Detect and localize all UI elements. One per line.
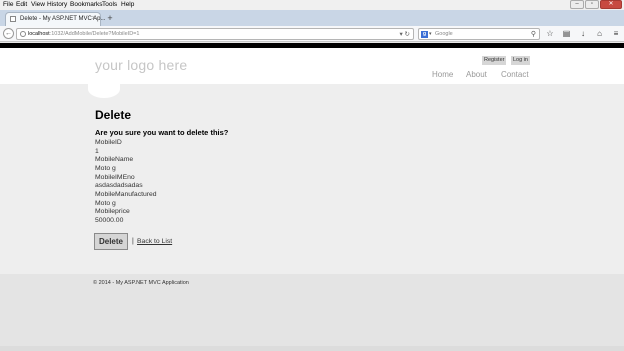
back-button[interactable]: ←	[3, 28, 14, 39]
confirm-question: Are you sure you want to delete this?	[95, 128, 229, 137]
menu-file[interactable]: File	[3, 1, 13, 8]
tab-delete[interactable]: Delete - My ASP.NET MVC Ap... ×	[5, 12, 105, 26]
field-label: MobileManufactured	[95, 191, 157, 198]
chevron-down-icon[interactable]: ▾	[429, 31, 432, 37]
url-bar[interactable]: localhost:1032/AddMobile/Delete?MobileID…	[16, 28, 414, 40]
maximize-button[interactable]: ▫	[585, 0, 599, 9]
field-label: MobileName	[95, 156, 134, 163]
menu-history[interactable]: History	[47, 1, 67, 8]
search-icon[interactable]: ⚲	[531, 30, 536, 38]
url-path: :1032/AddMobile/Delete?MobileID=1	[49, 31, 140, 37]
back-to-list-link[interactable]: Back to List	[137, 238, 172, 245]
field-value: Moto g	[95, 200, 116, 207]
nav-contact[interactable]: Contact	[501, 70, 529, 79]
download-icon[interactable]: ↓	[577, 28, 589, 40]
menu-bookmarks[interactable]: Bookmarks	[70, 1, 103, 8]
menu-bar: File Edit View History Bookmarks Tools H…	[0, 0, 624, 10]
tab-strip: Delete - My ASP.NET MVC Ap... × +	[0, 10, 624, 26]
logo-decoration	[88, 80, 120, 98]
close-icon[interactable]: ×	[92, 15, 96, 22]
footer-copyright: © 2014 - My ASP.NET MVC Application	[93, 280, 189, 286]
url-host: localhost	[28, 31, 50, 37]
menu-view[interactable]: View	[31, 1, 45, 8]
search-bar[interactable]: g ▾ Google ⚲	[418, 28, 540, 40]
window-controls: – ▫ ✕	[569, 0, 622, 10]
register-link[interactable]: Register	[482, 56, 507, 65]
search-input[interactable]: Google	[435, 31, 453, 37]
delete-button[interactable]: Delete	[94, 233, 128, 250]
star-icon[interactable]: ☆	[544, 28, 556, 40]
minimize-button[interactable]: –	[570, 0, 584, 9]
field-value: Moto g	[95, 165, 116, 172]
menu-help[interactable]: Help	[121, 1, 134, 8]
new-tab-button[interactable]: +	[104, 13, 116, 24]
field-label: MobileIMEno	[95, 174, 135, 181]
field-value: 1	[95, 148, 99, 155]
nav-about[interactable]: About	[466, 70, 487, 79]
field-label: MobileID	[95, 139, 122, 146]
site-header: your logo here	[0, 48, 624, 84]
home-icon[interactable]: ⌂	[594, 28, 606, 40]
nav-home[interactable]: Home	[432, 70, 453, 79]
menu-icon[interactable]: ≡	[610, 28, 622, 40]
bottom-strip	[0, 346, 624, 351]
url-text: localhost:1032/AddMobile/Delete?MobileID…	[28, 31, 139, 37]
page-icon	[10, 16, 16, 22]
close-window-button[interactable]: ✕	[600, 0, 622, 9]
link-separator: |	[132, 238, 134, 245]
field-value: 50000.00	[95, 217, 124, 224]
site-logo[interactable]: your logo here	[95, 57, 187, 73]
google-icon[interactable]: g	[421, 31, 428, 38]
clipboard-icon[interactable]: ▤	[561, 28, 573, 40]
reload-icon[interactable]: ▾ ↻	[399, 30, 410, 38]
menu-tools[interactable]: Tools	[102, 1, 117, 8]
toolbar-icons: ☆ ▤ ↓ ⌂ ≡	[544, 28, 622, 40]
menu-edit[interactable]: Edit	[16, 1, 27, 8]
field-value: asdasdadsadas	[95, 182, 143, 189]
page-title: Delete	[95, 108, 132, 122]
field-label: Mobileprice	[95, 208, 130, 215]
navigation-bar: ← localhost:1032/AddMobile/Delete?Mobile…	[0, 26, 624, 42]
globe-icon	[20, 31, 26, 37]
login-link[interactable]: Log in	[511, 56, 530, 65]
